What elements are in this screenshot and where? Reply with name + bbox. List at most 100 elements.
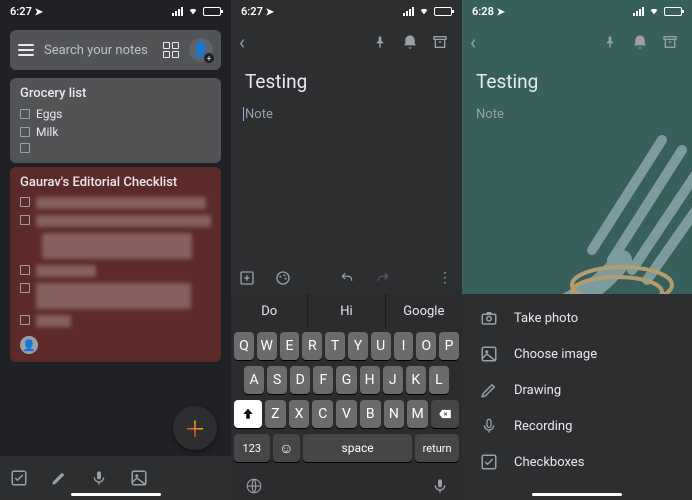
palette-icon[interactable] <box>275 270 293 286</box>
key-l[interactable]: L <box>429 366 449 394</box>
key-c[interactable]: C <box>312 400 333 428</box>
location-icon: ➤ <box>35 7 43 18</box>
key-o[interactable]: O <box>416 332 436 360</box>
signal-icon <box>172 7 183 16</box>
sheet-label: Take photo <box>514 311 578 326</box>
key-z[interactable]: Z <box>265 400 286 428</box>
add-bottom-sheet: Take photo Choose image Drawing Recordin… <box>462 294 692 500</box>
key-t[interactable]: T <box>325 332 345 360</box>
add-icon[interactable] <box>239 270 257 286</box>
pin-icon[interactable] <box>602 34 624 50</box>
archive-icon[interactable] <box>662 34 684 50</box>
reminder-icon[interactable] <box>632 34 654 50</box>
key-r[interactable]: R <box>302 332 322 360</box>
sheet-item-drawing[interactable]: Drawing <box>462 372 692 408</box>
note-title-input[interactable]: Testing <box>245 70 448 93</box>
suggestion[interactable]: Google <box>386 294 462 328</box>
brush-icon[interactable] <box>50 469 68 487</box>
key-f[interactable]: F <box>313 366 333 394</box>
undo-icon[interactable] <box>338 271 356 285</box>
back-icon[interactable]: ‹ <box>470 30 476 54</box>
checkbox-icon[interactable] <box>10 469 28 487</box>
archive-icon[interactable] <box>432 34 454 50</box>
mic-icon <box>480 417 498 435</box>
key-e[interactable]: E <box>280 332 300 360</box>
key-m[interactable]: M <box>407 400 428 428</box>
key-u[interactable]: U <box>371 332 391 360</box>
key-d[interactable]: D <box>290 366 310 394</box>
checkbox-icon[interactable] <box>20 127 30 137</box>
account-avatar[interactable]: 👤 <box>189 38 213 62</box>
checkbox-icon[interactable] <box>20 109 30 119</box>
note-edit-screen: 6:27 ➤ ‹ Testing Note ⋮ Do Hi Google Q <box>231 0 462 500</box>
keyboard: Do Hi Google QWERTYUIOP ASDFGHJKL ZXCVBN… <box>231 294 462 500</box>
more-icon[interactable]: ⋮ <box>436 270 454 286</box>
note-title: Gaurav's Editorial Checklist <box>20 175 211 190</box>
suggestion[interactable]: Do <box>231 294 308 328</box>
key-a[interactable]: A <box>244 366 264 394</box>
checkbox-icon <box>480 453 498 471</box>
checkbox-icon <box>20 197 30 207</box>
checkbox-icon <box>20 315 30 325</box>
clock: 6:27 <box>241 5 263 18</box>
checkbox-icon[interactable] <box>20 143 30 153</box>
brush-icon <box>480 381 498 399</box>
backspace-key[interactable] <box>431 400 459 428</box>
key-h[interactable]: H <box>360 366 380 394</box>
return-key[interactable]: return <box>415 434 459 462</box>
grid-view-icon[interactable] <box>163 42 179 58</box>
status-bar: 6:27 ➤ <box>0 0 231 22</box>
search-placeholder: Search your notes <box>44 43 153 58</box>
home-indicator[interactable] <box>532 493 622 496</box>
key-q[interactable]: Q <box>234 332 254 360</box>
key-p[interactable]: P <box>439 332 459 360</box>
clock: 6:28 <box>472 5 494 18</box>
app-bar: ‹ <box>462 22 692 62</box>
sheet-item-checkboxes[interactable]: Checkboxes <box>462 444 692 480</box>
dictation-icon[interactable] <box>432 477 448 495</box>
note-toolbar: ⋮ <box>231 262 462 294</box>
location-icon: ➤ <box>266 7 274 18</box>
mic-icon[interactable] <box>90 469 108 487</box>
back-icon[interactable]: ‹ <box>239 30 245 54</box>
key-k[interactable]: K <box>406 366 426 394</box>
numbers-key[interactable]: 123 <box>234 434 270 462</box>
key-n[interactable]: N <box>384 400 405 428</box>
sheet-item-recording[interactable]: Recording <box>462 408 692 444</box>
fork-illustration <box>522 120 692 320</box>
pin-icon[interactable] <box>372 34 394 50</box>
sheet-item-choose-image[interactable]: Choose image <box>462 336 692 372</box>
key-v[interactable]: V <box>336 400 357 428</box>
suggestion[interactable]: Hi <box>308 294 385 328</box>
reminder-icon[interactable] <box>402 34 424 50</box>
image-icon[interactable] <box>130 469 148 487</box>
note-body-input[interactable]: Note <box>245 107 273 122</box>
new-note-fab[interactable]: ＋ <box>173 406 217 450</box>
globe-icon[interactable] <box>245 477 263 495</box>
location-icon: ➤ <box>497 7 505 18</box>
shift-key[interactable] <box>234 400 262 428</box>
key-j[interactable]: J <box>383 366 403 394</box>
note-card-grocery[interactable]: Grocery list Eggs Milk <box>10 78 221 163</box>
key-x[interactable]: X <box>289 400 310 428</box>
key-s[interactable]: S <box>267 366 287 394</box>
sheet-label: Recording <box>514 419 572 434</box>
redo-icon[interactable] <box>374 271 392 285</box>
key-w[interactable]: W <box>257 332 277 360</box>
key-y[interactable]: Y <box>348 332 368 360</box>
sheet-label: Choose image <box>514 347 597 362</box>
space-key[interactable]: space <box>303 434 412 462</box>
home-indicator[interactable] <box>71 493 161 496</box>
key-b[interactable]: B <box>360 400 381 428</box>
note-card-checklist[interactable]: Gaurav's Editorial Checklist 👤 <box>10 167 221 362</box>
sheet-label: Checkboxes <box>514 455 584 470</box>
menu-icon[interactable] <box>18 44 34 56</box>
key-i[interactable]: I <box>394 332 414 360</box>
sheet-item-take-photo[interactable]: Take photo <box>462 300 692 336</box>
search-bar[interactable]: Search your notes 👤 <box>10 30 221 70</box>
note-title-input[interactable]: Testing <box>476 70 678 93</box>
note-editor[interactable]: Testing Note <box>231 62 462 130</box>
key-g[interactable]: G <box>336 366 356 394</box>
emoji-key[interactable]: ☺ <box>273 434 300 462</box>
note-body-input[interactable]: Note <box>476 107 504 122</box>
